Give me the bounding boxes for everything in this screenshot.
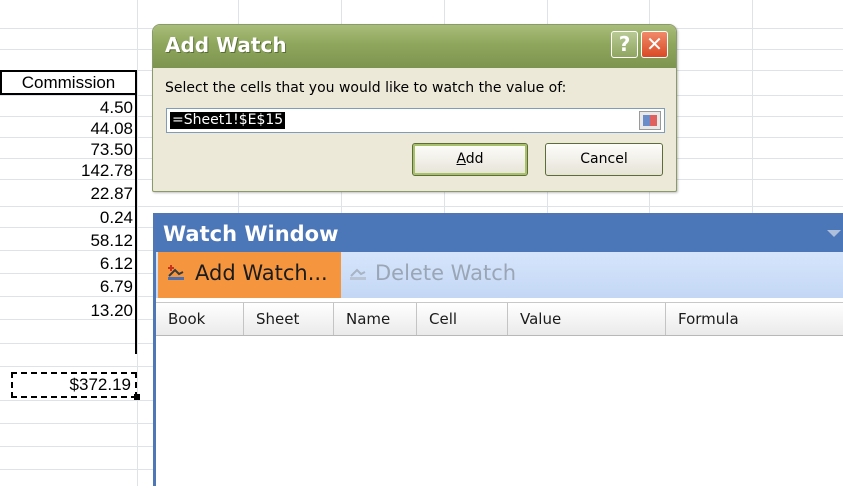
- column-border: [135, 70, 137, 354]
- column-header-sheet[interactable]: Sheet: [244, 303, 334, 335]
- column-header-formula[interactable]: Formula: [666, 303, 843, 335]
- dialog-prompt: Select the cells that you would like to …: [165, 80, 567, 96]
- close-button[interactable]: ✕: [641, 31, 668, 58]
- column-header-book[interactable]: Book: [156, 303, 244, 335]
- watch-window-title: Watch Window: [163, 222, 339, 246]
- delete-watch-icon: [350, 268, 366, 280]
- commission-cell[interactable]: 22.87: [0, 183, 136, 204]
- commission-cell[interactable]: 4.50: [0, 97, 136, 118]
- cell-reference-value: =Sheet1!$E$15: [170, 112, 286, 129]
- add-watch-button[interactable]: Add Watch...: [158, 252, 341, 298]
- watch-window-title-bar[interactable]: Watch Window: [156, 216, 843, 252]
- commission-cell[interactable]: 6.79: [0, 276, 136, 297]
- commission-cell[interactable]: 6.12: [0, 253, 136, 274]
- watch-toolbar: Add Watch... Delete Watch: [156, 252, 843, 298]
- column-header-name[interactable]: Name: [334, 303, 417, 335]
- dialog-title-bar[interactable]: Add Watch ? ✕: [153, 25, 676, 68]
- help-button[interactable]: ?: [611, 31, 638, 58]
- column-header-value[interactable]: Value: [508, 303, 666, 335]
- commission-cell[interactable]: 13.20: [0, 300, 136, 321]
- add-watch-label: Add Watch...: [195, 261, 328, 285]
- add-button[interactable]: Add: [412, 143, 528, 176]
- add-button-accelerator: A: [456, 151, 466, 167]
- chevron-down-icon[interactable]: [827, 230, 841, 237]
- delete-watch-button[interactable]: Delete Watch: [375, 261, 516, 285]
- watch-window: Watch Window Add Watch... Delete Watch B…: [153, 213, 843, 490]
- watch-list[interactable]: Book Sheet Name Cell Value Formula: [156, 302, 843, 490]
- commission-cell[interactable]: 44.08: [0, 118, 136, 139]
- add-watch-icon: [168, 265, 184, 280]
- fill-handle[interactable]: [134, 394, 140, 400]
- dialog-title: Add Watch: [165, 33, 287, 57]
- commission-cell[interactable]: 142.78: [0, 160, 136, 181]
- cell-reference-input[interactable]: =Sheet1!$E$15: [166, 108, 665, 133]
- add-button-label-rest: dd: [465, 151, 484, 167]
- total-cell[interactable]: $372.19: [11, 372, 137, 398]
- commission-cell[interactable]: 0.24: [0, 207, 136, 228]
- watch-list-header: Book Sheet Name Cell Value Formula: [156, 303, 843, 336]
- collapse-dialog-icon[interactable]: [639, 111, 661, 130]
- commission-cell[interactable]: 58.12: [0, 230, 136, 251]
- commission-cell[interactable]: 73.50: [0, 139, 136, 160]
- commission-header-cell[interactable]: Commission: [0, 70, 137, 95]
- cancel-button[interactable]: Cancel: [545, 143, 663, 176]
- column-header-cell[interactable]: Cell: [417, 303, 508, 335]
- add-watch-dialog: Add Watch ? ✕ Select the cells that you …: [152, 24, 677, 192]
